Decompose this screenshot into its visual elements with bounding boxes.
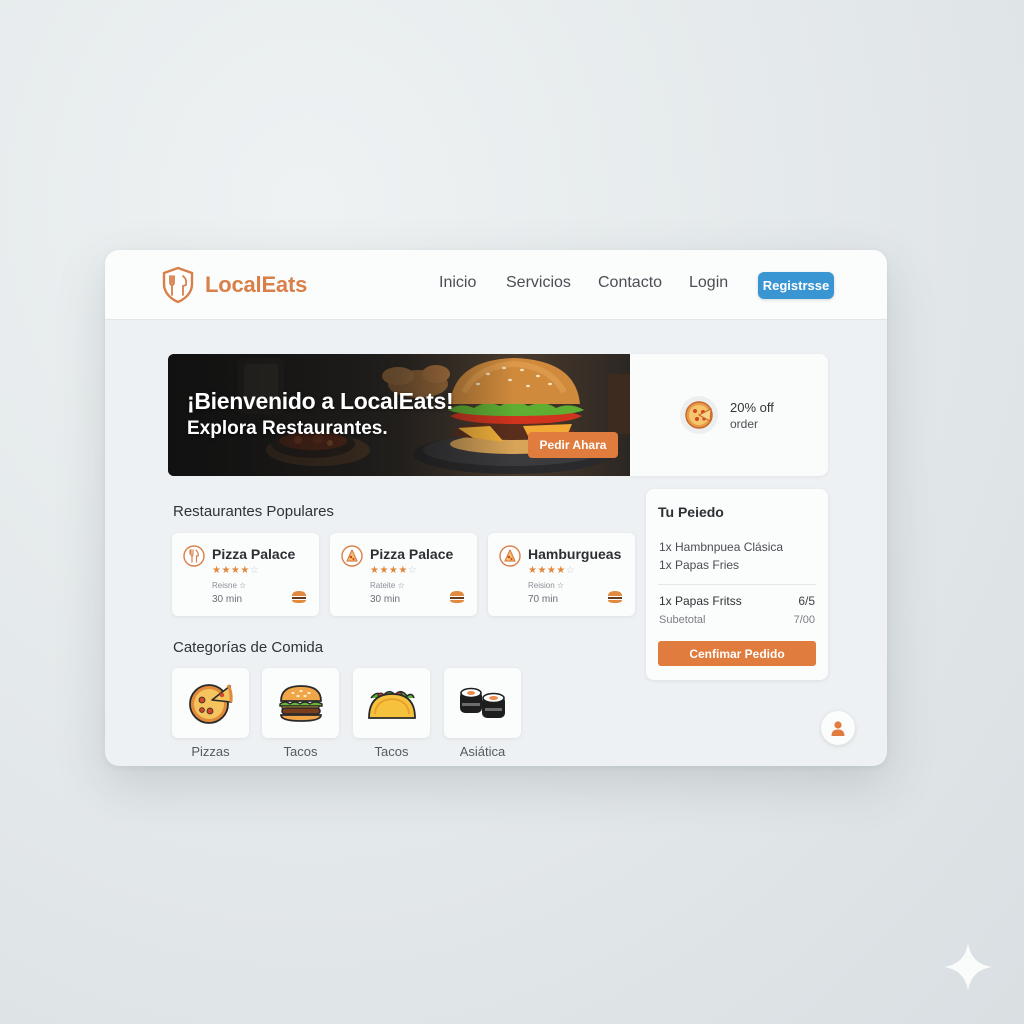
review-label: Rateite ☆ bbox=[370, 581, 405, 590]
restaurant-card[interactable]: Pizza Palace ★★★★☆ Rateite ☆ 30 min bbox=[330, 533, 477, 616]
popular-restaurants-title: Restaurantes Populares bbox=[173, 503, 334, 520]
sushi-icon bbox=[459, 687, 505, 718]
promo-discount: 20% off bbox=[730, 400, 774, 415]
star-rating: ★★★★☆ bbox=[528, 565, 576, 576]
delivery-time: 30 min bbox=[212, 594, 243, 605]
category-tile bbox=[353, 668, 430, 738]
restaurant-name: Pizza Palace bbox=[212, 546, 296, 562]
user-profile-button[interactable] bbox=[821, 711, 855, 745]
order-divider bbox=[658, 584, 816, 585]
burger-icon bbox=[292, 591, 306, 603]
category-tile bbox=[444, 668, 521, 738]
hero-subtitle: Explora Restaurantes. bbox=[187, 418, 388, 439]
burger-icon bbox=[278, 685, 323, 722]
pizza-icon bbox=[680, 396, 718, 434]
review-label: Reisne ☆ bbox=[212, 581, 247, 590]
star-rating: ★★★★☆ bbox=[370, 565, 418, 576]
order-subtotal-row: Subetotal 7/00 bbox=[659, 614, 815, 626]
nav-login[interactable]: Login bbox=[689, 274, 728, 292]
brand-name: LocalEats bbox=[205, 272, 308, 297]
promo-card[interactable]: 20% off order bbox=[630, 354, 828, 476]
category-label: Asiática bbox=[459, 744, 506, 759]
fork-knife-icon bbox=[183, 545, 205, 567]
order-title: Tu Peiedo bbox=[658, 504, 724, 520]
delivery-time: 70 min bbox=[528, 594, 559, 605]
signup-button[interactable]: Registrsse bbox=[758, 272, 834, 299]
order-item: 1x Hambnpuea Clásica bbox=[659, 540, 784, 554]
burger-icon bbox=[450, 591, 464, 603]
user-icon bbox=[831, 721, 845, 736]
pizza-slice-icon bbox=[499, 545, 521, 567]
order-summary-panel: Tu Peiedo 1x Hambnpuea Clásica 1x Papas … bbox=[646, 489, 828, 680]
order-total-value: 6/5 bbox=[798, 594, 815, 608]
category-pizzas[interactable]: Pizzas bbox=[172, 668, 249, 759]
pizza-icon bbox=[188, 684, 233, 724]
order-item: 1x Papas Fries bbox=[659, 558, 740, 572]
subtotal-label: Subetotal bbox=[659, 614, 706, 626]
order-total-row: 1x Papas Fritss 6/5 bbox=[659, 594, 815, 608]
brand-logo[interactable]: LocalEats bbox=[161, 266, 307, 304]
restaurant-name: Pizza Palace bbox=[370, 546, 454, 562]
hero-banner: ¡Bienvenido a LocalEats! Explora Restaur… bbox=[168, 354, 630, 476]
nav-inicio[interactable]: Inicio bbox=[439, 274, 476, 292]
app-window: LocalEats Inicio Servicios Contacto Logi… bbox=[105, 250, 887, 766]
taco-icon bbox=[367, 690, 416, 719]
promo-label: order bbox=[730, 417, 759, 431]
order-total-label: 1x Papas Fritss bbox=[659, 594, 742, 608]
pizza-slice-icon bbox=[341, 545, 363, 567]
top-navigation-bar: LocalEats Inicio Servicios Contacto Logi… bbox=[105, 250, 887, 320]
hero-title: ¡Bienvenido a LocalEats! bbox=[187, 388, 454, 414]
burger-icon bbox=[608, 591, 622, 603]
order-now-button[interactable]: Pedir Ahara bbox=[528, 432, 618, 458]
category-asian[interactable]: Asiática bbox=[444, 668, 521, 759]
nav-servicios[interactable]: Servicios bbox=[506, 274, 571, 292]
restaurant-name: Hamburgueas bbox=[528, 546, 622, 562]
category-label: Tacos bbox=[283, 744, 318, 759]
category-tacos[interactable]: Tacos bbox=[353, 668, 430, 759]
confirm-order-button[interactable]: Cenfimar Pedido bbox=[658, 641, 816, 666]
shield-fork-logo-icon bbox=[162, 266, 194, 304]
restaurant-card[interactable]: Pizza Palace ★★★★☆ Reisne ☆ 30 min bbox=[172, 533, 319, 616]
nav-contacto[interactable]: Contacto bbox=[598, 274, 662, 292]
sparkle-icon bbox=[944, 943, 992, 991]
category-tile bbox=[262, 668, 339, 738]
category-tile bbox=[172, 668, 249, 738]
category-label: Tacos bbox=[374, 744, 409, 759]
star-rating: ★★★★☆ bbox=[212, 565, 260, 576]
subtotal-value: 7/00 bbox=[793, 614, 815, 626]
review-label: Reision ☆ bbox=[528, 581, 565, 590]
category-burgers[interactable]: Tacos bbox=[262, 668, 339, 759]
restaurant-card[interactable]: Hamburgueas ★★★★☆ Reision ☆ 70 min bbox=[488, 533, 635, 616]
food-categories-title: Categorías de Comida bbox=[173, 639, 324, 656]
category-label: Pizzas bbox=[191, 744, 230, 759]
delivery-time: 30 min bbox=[370, 594, 401, 605]
